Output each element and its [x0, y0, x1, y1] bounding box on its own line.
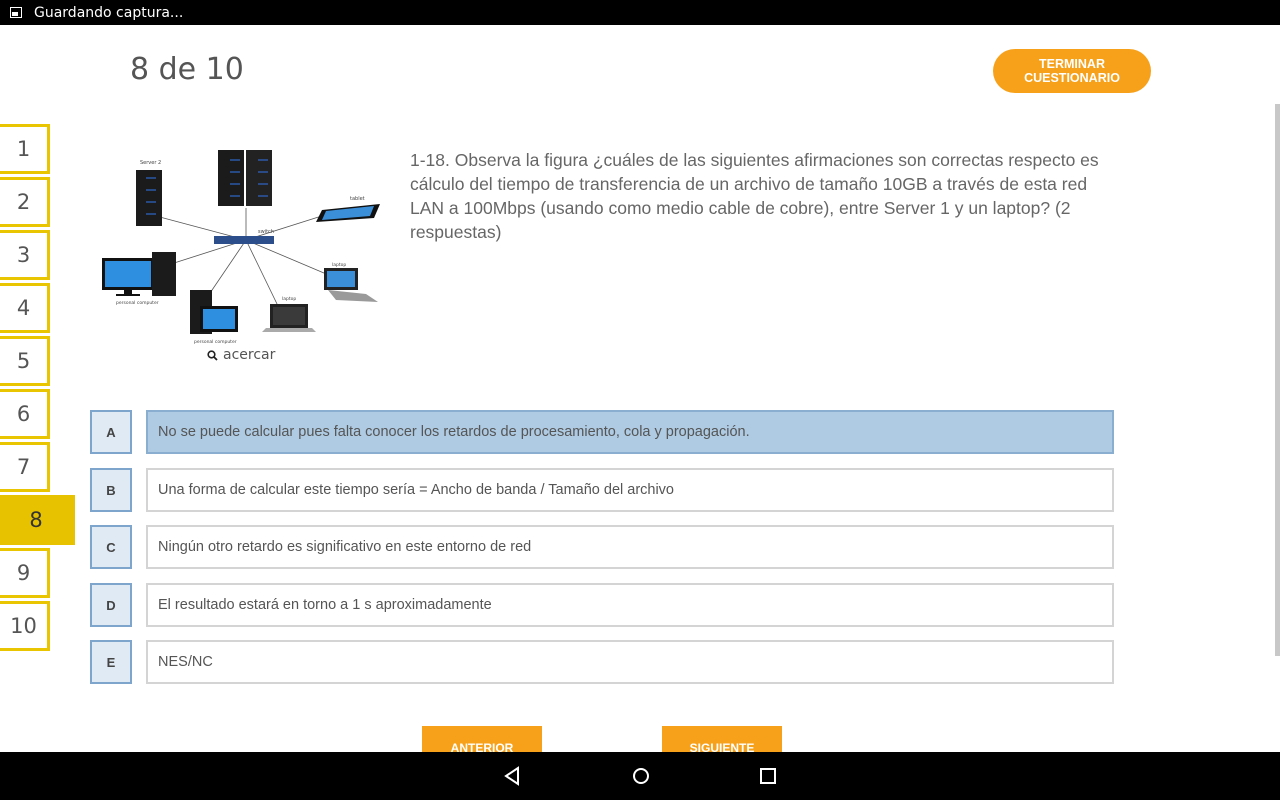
status-text: Guardando captura...: [34, 4, 184, 21]
label-pc2: personal computer: [194, 339, 237, 345]
option-letter[interactable]: B: [90, 468, 132, 512]
network-diagram-image[interactable]: Server 2 switch tablet personal computer…: [96, 146, 386, 346]
finish-quiz-button[interactable]: TERMINAR CUESTIONARIO: [993, 49, 1151, 93]
question-nav-item-3[interactable]: 3: [0, 230, 50, 280]
question-nav-item-10[interactable]: 10: [0, 601, 50, 651]
label-laptop2: laptop: [332, 262, 346, 268]
back-icon[interactable]: [503, 766, 521, 786]
question-nav-item-1[interactable]: 1: [0, 124, 50, 174]
option-letter[interactable]: D: [90, 583, 132, 627]
option-d[interactable]: D El resultado estará en torno a 1 s apr…: [90, 583, 1114, 627]
status-bar: Guardando captura...: [0, 0, 1280, 25]
option-letter[interactable]: E: [90, 640, 132, 684]
option-b[interactable]: B Una forma de calcular este tiempo serí…: [90, 468, 1114, 512]
question-nav-item-9[interactable]: 9: [0, 548, 50, 598]
question-counter: 8 de 10: [130, 52, 244, 87]
option-text[interactable]: Ningún otro retardo es significativo en …: [146, 525, 1114, 569]
option-c[interactable]: C Ningún otro retardo es significativo e…: [90, 525, 1114, 569]
scrollbar[interactable]: [1275, 104, 1280, 656]
label-tablet: tablet: [350, 196, 365, 202]
home-icon[interactable]: [632, 766, 650, 786]
question-nav-item-6[interactable]: 6: [0, 389, 50, 439]
option-text[interactable]: El resultado estará en torno a 1 s aprox…: [146, 583, 1114, 627]
label-pc1: personal computer: [116, 300, 159, 306]
option-text[interactable]: Una forma de calcular este tiempo sería …: [146, 468, 1114, 512]
option-a[interactable]: A No se puede calcular pues falta conoce…: [90, 410, 1114, 454]
option-letter[interactable]: A: [90, 410, 132, 454]
option-e[interactable]: E NES/NC: [90, 640, 1114, 684]
question-nav-item-4[interactable]: 4: [0, 283, 50, 333]
system-nav-bar: [0, 752, 1280, 800]
question-nav-item-8[interactable]: 8: [0, 495, 75, 545]
question-nav-item-5[interactable]: 5: [0, 336, 50, 386]
magnifier-icon: [207, 349, 218, 361]
question-nav-item-7[interactable]: 7: [0, 442, 50, 492]
question-nav-item-2[interactable]: 2: [0, 177, 50, 227]
option-letter[interactable]: C: [90, 525, 132, 569]
image-icon: [10, 7, 22, 18]
zoom-label: acercar: [223, 347, 276, 363]
label-laptop1: laptop: [282, 296, 296, 302]
option-text[interactable]: NES/NC: [146, 640, 1114, 684]
label-server2: Server 2: [140, 160, 161, 166]
label-switch: switch: [258, 229, 274, 235]
question-text: 1-18. Observa la figura ¿cuáles de las s…: [410, 150, 1099, 242]
zoom-link[interactable]: acercar: [207, 347, 275, 363]
recents-icon[interactable]: [759, 766, 777, 786]
option-text[interactable]: No se puede calcular pues falta conocer …: [146, 410, 1114, 454]
